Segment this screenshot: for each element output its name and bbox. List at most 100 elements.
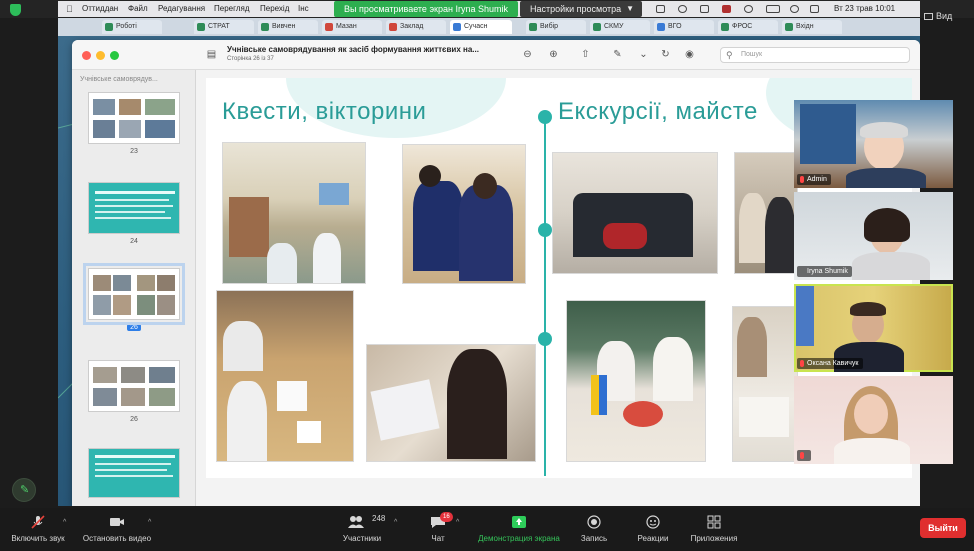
thumb-text-line — [95, 211, 165, 213]
photo-classroom — [222, 142, 366, 284]
video-camera-icon — [110, 518, 124, 526]
chevron-down-icon[interactable]: ⌄ — [638, 49, 649, 60]
browser-tab[interactable]: ФРОС — [718, 20, 778, 34]
photo-detail — [370, 379, 440, 441]
page-thumbnail[interactable] — [88, 182, 180, 234]
unmute-button[interactable]: Включить звук — [8, 512, 68, 548]
browser-tab[interactable]: ВГО — [654, 20, 714, 34]
rotate-icon[interactable]: ↻ — [660, 49, 671, 60]
tab-label: Вивчен — [272, 23, 296, 30]
tab-favicon-icon — [197, 23, 205, 31]
participant-face — [854, 394, 888, 434]
share-screen-label: Демонстрация экрана — [478, 534, 560, 543]
timeline-dot — [538, 223, 552, 237]
browser-tab[interactable]: Вибір — [526, 20, 586, 34]
menubar-item-go: Перехід — [260, 4, 290, 13]
menubar-clock: Вт 23 трав 10:01 — [834, 4, 896, 13]
record-button[interactable]: Запись — [572, 512, 616, 548]
close-window-icon[interactable] — [82, 51, 91, 60]
browser-tab[interactable]: Вхідн — [782, 20, 842, 34]
participant-name-tag — [797, 450, 811, 461]
menubar-status-icon — [656, 5, 665, 13]
participant-hair — [850, 302, 886, 316]
photo-boys-table — [216, 290, 354, 462]
sidebar-toggle-icon[interactable]: ▤ — [206, 49, 217, 60]
thumb-text-line — [95, 455, 175, 458]
browser-tab[interactable]: Роботі — [102, 20, 162, 34]
selected-thumbnail-outline — [83, 263, 185, 325]
browser-tab[interactable]: Мазан — [322, 20, 382, 34]
photo-detail — [313, 233, 341, 283]
pencil-icon: ✎ — [20, 484, 30, 496]
stop-video-button[interactable]: Остановить видео — [78, 512, 156, 548]
document-title: Учнівське самоврядування як засіб формув… — [227, 45, 479, 54]
participants-button[interactable]: 248 Участники — [334, 512, 390, 548]
markup-pen-icon[interactable]: ✎ — [612, 49, 623, 60]
chat-badge: 16 — [440, 512, 453, 522]
chevron-up-icon[interactable]: ^ — [456, 519, 459, 526]
page-thumbnail[interactable] — [88, 92, 180, 144]
zoom-in-icon[interactable]: ⊕ — [548, 49, 559, 60]
apps-button[interactable]: Приложения — [686, 512, 742, 548]
browser-tab[interactable]: СТРАТ — [194, 20, 254, 34]
tab-label: Роботі — [116, 23, 137, 30]
browser-tab[interactable]: Заклад — [386, 20, 446, 34]
thumb-photo — [119, 99, 141, 115]
browser-tab[interactable]: Вивчен — [258, 20, 318, 34]
view-button[interactable]: Вид — [924, 8, 970, 24]
page-thumbnail[interactable] — [88, 360, 180, 412]
participant-name-tag: Оксана Кавичук — [797, 358, 863, 369]
participant-video[interactable]: Iryna Shumik — [794, 192, 953, 280]
photo-students-desk — [402, 144, 526, 284]
participant-video[interactable] — [794, 376, 953, 464]
annotate-icon[interactable]: ◉ — [684, 49, 695, 60]
reactions-button[interactable]: Реакции — [628, 512, 678, 548]
photo-excursion-group — [734, 152, 798, 274]
photo-detail — [229, 197, 269, 257]
participant-clothes — [834, 438, 910, 464]
tab-label: ВГО — [668, 23, 682, 30]
search-input[interactable]: ⚲ Пошук — [720, 47, 910, 63]
tab-favicon-icon — [785, 23, 793, 31]
leave-meeting-button[interactable]: Выйти — [920, 518, 966, 538]
photo-detail — [459, 185, 513, 281]
participants-label: Участники — [342, 534, 382, 543]
menubar-item-edit: Редагування — [158, 4, 206, 13]
tab-favicon-icon — [657, 23, 665, 31]
photo-detail — [319, 183, 349, 205]
search-icon: ⚲ — [726, 50, 733, 60]
annotate-button[interactable]: ✎ — [12, 478, 36, 502]
photo-girls-writing — [366, 344, 536, 462]
minimize-window-icon[interactable] — [96, 51, 105, 60]
unmute-label: Включить звук — [11, 534, 65, 543]
menubar-item-file: Файл — [128, 4, 148, 13]
photo-detail — [739, 193, 767, 263]
chevron-up-icon[interactable]: ^ — [394, 519, 397, 526]
share-icon[interactable]: ⇧ — [580, 49, 591, 60]
zoom-window-icon[interactable] — [110, 51, 119, 60]
page-thumbnail[interactable] — [88, 448, 180, 498]
tab-label: Вибір — [540, 23, 559, 30]
screen-share-banner: Вы просматриваете экран Iryna Shumik — [334, 1, 518, 17]
photo-master-class — [566, 300, 706, 462]
tab-label: Мазан — [336, 23, 357, 30]
zoom-out-icon[interactable]: ⊖ — [522, 49, 533, 60]
browser-tab-active[interactable]: Сучасн — [450, 20, 512, 34]
view-settings-dropdown[interactable]: Настройки просмотра ▼ — [520, 1, 642, 17]
participants-count: 248 — [372, 514, 386, 523]
share-screen-button[interactable]: Демонстрация экрана — [474, 512, 564, 548]
tab-label: Сучасн — [464, 23, 488, 30]
participant-video-speaking[interactable]: Оксана Кавичук — [794, 284, 953, 372]
browser-tab[interactable]: СКМУ — [590, 20, 650, 34]
security-shield-icon[interactable] — [10, 4, 21, 16]
tab-favicon-icon — [261, 23, 269, 31]
tab-favicon-icon — [593, 23, 601, 31]
grid-view-icon — [924, 13, 933, 20]
chevron-up-icon[interactable]: ^ — [148, 519, 151, 526]
photo-detail — [653, 337, 693, 401]
chevron-up-icon[interactable]: ^ — [63, 519, 66, 526]
chat-button[interactable]: 16 Чат — [418, 512, 458, 548]
menubar-item-insert: Інс — [298, 4, 309, 13]
participant-video[interactable]: Admin — [794, 100, 953, 188]
thumb-photo — [119, 120, 141, 138]
